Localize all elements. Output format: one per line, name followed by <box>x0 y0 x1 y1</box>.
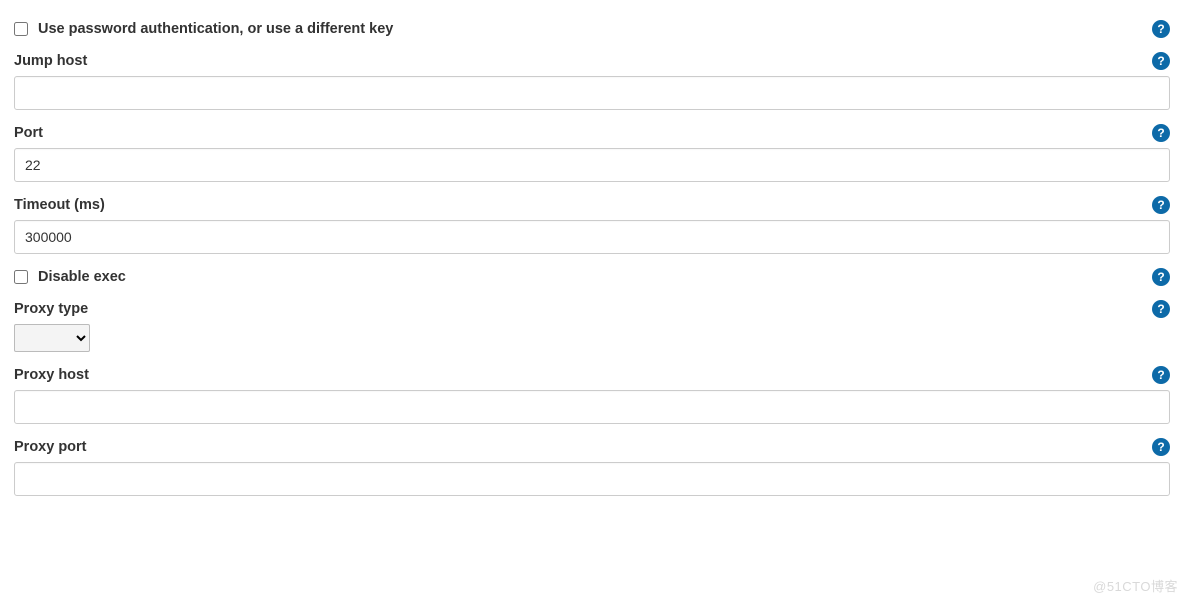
disable-exec-checkbox[interactable] <box>14 270 28 284</box>
timeout-label: Timeout (ms) <box>14 197 105 213</box>
disable-exec-row: Disable exec ? <box>14 268 1170 286</box>
help-icon[interactable]: ? <box>1152 124 1170 142</box>
help-icon[interactable]: ? <box>1152 196 1170 214</box>
timeout-label-row: Timeout (ms) ? <box>14 196 1170 214</box>
disable-exec-checkbox-wrap: Disable exec <box>14 269 1152 285</box>
proxy-port-input-row <box>14 462 1170 496</box>
jump-host-label: Jump host <box>14 53 87 69</box>
proxy-host-label-row: Proxy host ? <box>14 366 1170 384</box>
help-icon[interactable]: ? <box>1152 52 1170 70</box>
watermark: @51CTO博客 <box>1093 576 1178 595</box>
timeout-input-row <box>14 220 1170 254</box>
password-auth-checkbox[interactable] <box>14 22 28 36</box>
help-icon[interactable]: ? <box>1152 300 1170 318</box>
password-auth-row: Use password authentication, or use a di… <box>14 20 1170 38</box>
proxy-type-label: Proxy type <box>14 301 88 317</box>
proxy-type-label-row: Proxy type ? <box>14 300 1170 318</box>
password-auth-label: Use password authentication, or use a di… <box>38 21 393 37</box>
port-input-row <box>14 148 1170 182</box>
port-label: Port <box>14 125 43 141</box>
port-input[interactable] <box>14 148 1170 182</box>
proxy-port-input[interactable] <box>14 462 1170 496</box>
proxy-port-label-row: Proxy port ? <box>14 438 1170 456</box>
help-icon[interactable]: ? <box>1152 268 1170 286</box>
ssh-config-form: Use password authentication, or use a di… <box>0 0 1184 526</box>
timeout-input[interactable] <box>14 220 1170 254</box>
proxy-type-select[interactable] <box>14 324 90 352</box>
help-icon[interactable]: ? <box>1152 20 1170 38</box>
disable-exec-label: Disable exec <box>38 269 126 285</box>
proxy-port-label: Proxy port <box>14 439 87 455</box>
proxy-host-input[interactable] <box>14 390 1170 424</box>
proxy-type-select-wrap <box>14 324 1170 352</box>
password-auth-checkbox-wrap: Use password authentication, or use a di… <box>14 21 1152 37</box>
jump-host-input-row <box>14 76 1170 110</box>
help-icon[interactable]: ? <box>1152 438 1170 456</box>
proxy-host-input-row <box>14 390 1170 424</box>
port-label-row: Port ? <box>14 124 1170 142</box>
jump-host-input[interactable] <box>14 76 1170 110</box>
jump-host-label-row: Jump host ? <box>14 52 1170 70</box>
proxy-host-label: Proxy host <box>14 367 89 383</box>
help-icon[interactable]: ? <box>1152 366 1170 384</box>
